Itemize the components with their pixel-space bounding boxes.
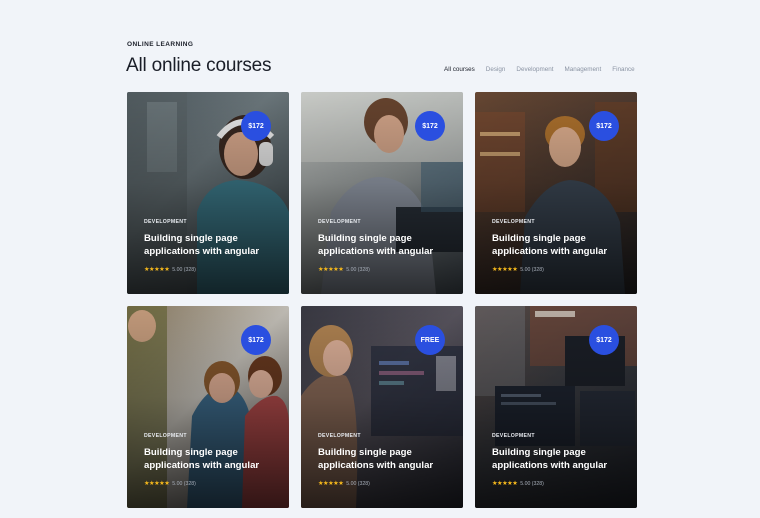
tab-finance[interactable]: Finance	[612, 66, 634, 73]
category-tabs: All courses Design Development Managemen…	[444, 66, 635, 73]
star-icons: ★★★★★	[318, 480, 344, 487]
tab-all-courses[interactable]: All courses	[444, 66, 475, 73]
course-rating: ★★★★★ 5.00 (328)	[318, 480, 370, 487]
course-category: DEVELOPMENT	[492, 433, 535, 439]
star-icons: ★★★★★	[492, 480, 518, 487]
course-card[interactable]: $172 DEVELOPMENT Building single page ap…	[475, 306, 637, 508]
course-category: DEVELOPMENT	[318, 219, 361, 225]
rating-text: 5.00 (328)	[520, 480, 544, 487]
rating-text: 5.00 (328)	[172, 266, 196, 273]
price-badge: $172	[589, 111, 619, 141]
rating-text: 5.00 (328)	[346, 266, 370, 273]
course-rating: ★★★★★ 5.00 (328)	[144, 480, 196, 487]
course-card[interactable]: $172 DEVELOPMENT Building single page ap…	[301, 92, 463, 294]
section-eyebrow: ONLINE LEARNING	[127, 41, 194, 48]
price-badge: $172	[415, 111, 445, 141]
course-card[interactable]: $172 DEVELOPMENT Building single page ap…	[475, 92, 637, 294]
course-category: DEVELOPMENT	[144, 433, 187, 439]
course-title: Building single page applications with a…	[318, 447, 434, 471]
course-rating: ★★★★★ 5.00 (328)	[492, 266, 544, 273]
course-card[interactable]: FREE DEVELOPMENT Building single page ap…	[301, 306, 463, 508]
course-card[interactable]: $172 DEVELOPMENT Building single page ap…	[127, 306, 289, 508]
course-card[interactable]: $172 DEVELOPMENT Building single page ap…	[127, 92, 289, 294]
price-badge: $172	[241, 111, 271, 141]
course-category: DEVELOPMENT	[318, 433, 361, 439]
rating-text: 5.00 (328)	[172, 480, 196, 487]
price-badge: $172	[589, 325, 619, 355]
course-rating: ★★★★★ 5.00 (328)	[492, 480, 544, 487]
course-title: Building single page applications with a…	[144, 233, 260, 257]
course-title: Building single page applications with a…	[318, 233, 434, 257]
course-title: Building single page applications with a…	[144, 447, 260, 471]
course-rating: ★★★★★ 5.00 (328)	[144, 266, 196, 273]
star-icons: ★★★★★	[318, 266, 344, 273]
rating-text: 5.00 (328)	[346, 480, 370, 487]
course-category: DEVELOPMENT	[144, 219, 187, 225]
tab-design[interactable]: Design	[486, 66, 506, 73]
course-title: Building single page applications with a…	[492, 447, 608, 471]
page-title: All online courses	[126, 55, 272, 76]
tab-development[interactable]: Development	[516, 66, 553, 73]
star-icons: ★★★★★	[492, 266, 518, 273]
star-icons: ★★★★★	[144, 266, 170, 273]
price-badge: $172	[241, 325, 271, 355]
course-title: Building single page applications with a…	[492, 233, 608, 257]
tab-management[interactable]: Management	[565, 66, 602, 73]
star-icons: ★★★★★	[144, 480, 170, 487]
course-rating: ★★★★★ 5.00 (328)	[318, 266, 370, 273]
rating-text: 5.00 (328)	[520, 266, 544, 273]
course-category: DEVELOPMENT	[492, 219, 535, 225]
price-badge: FREE	[415, 325, 445, 355]
